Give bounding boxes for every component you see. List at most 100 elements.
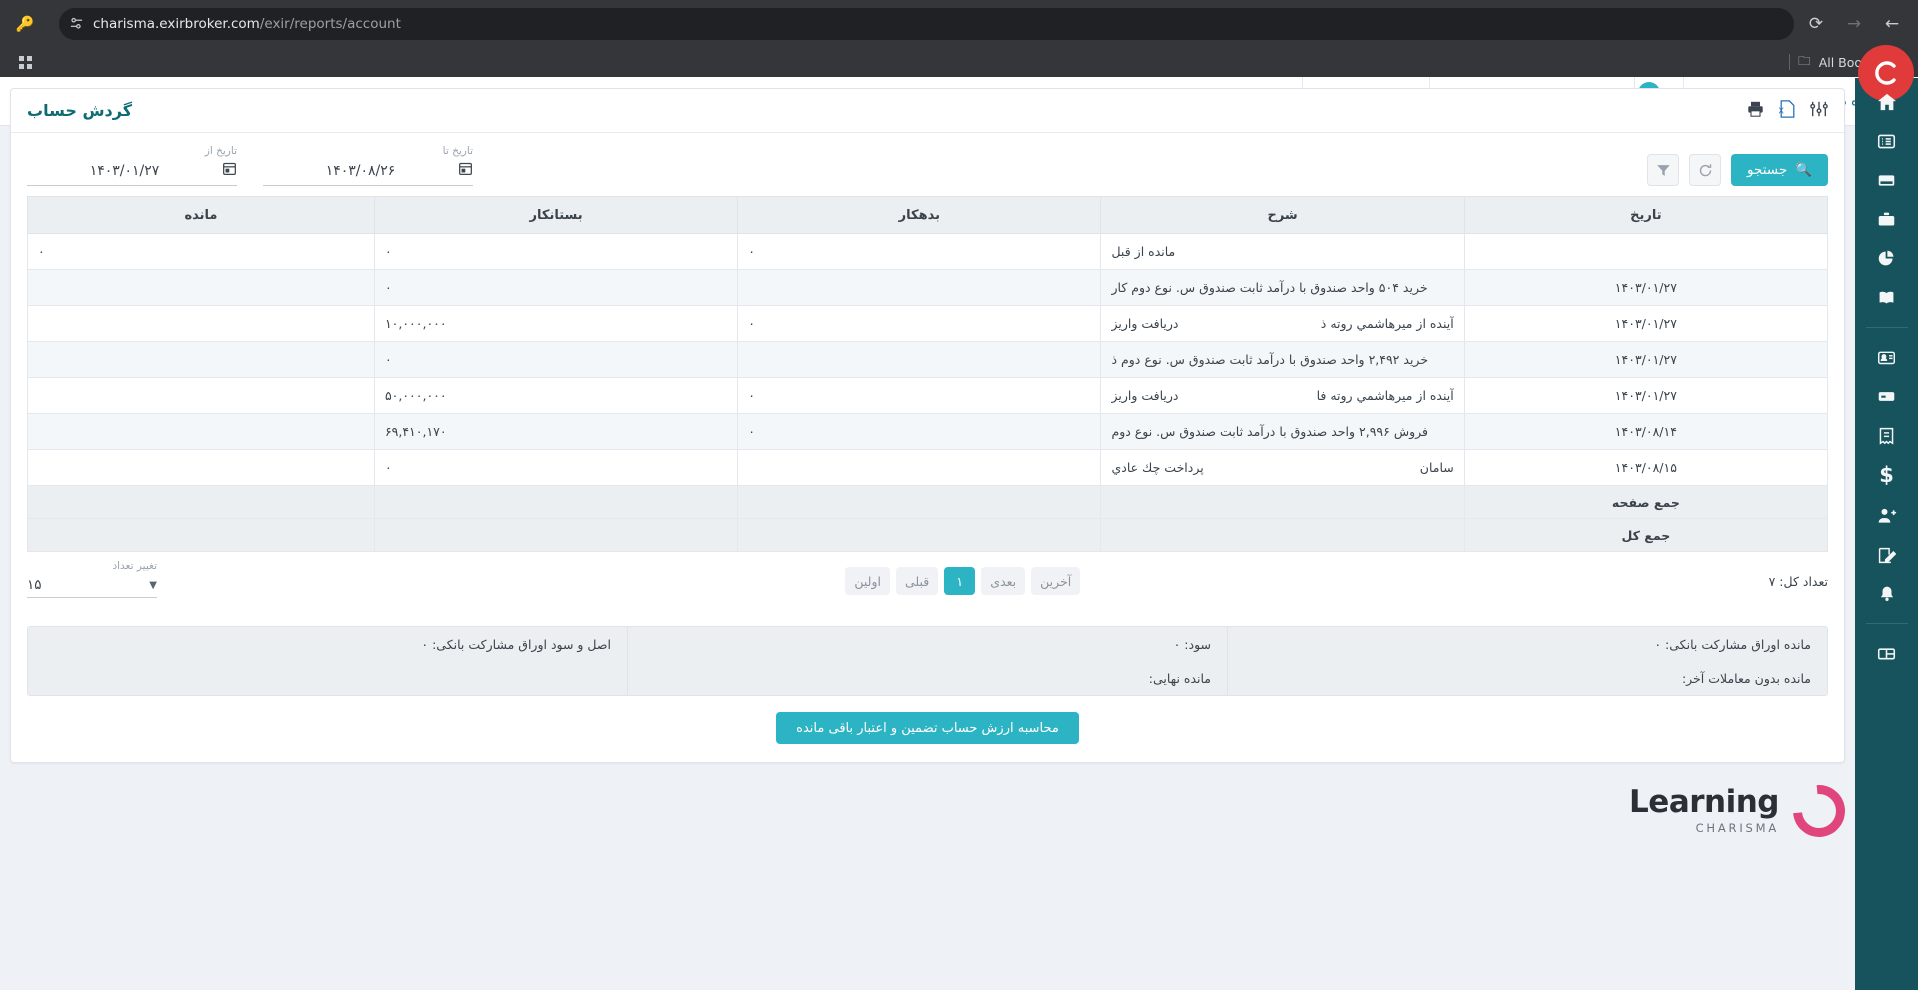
cell-date: ۱۴۰۳/۰۸/۱۴: [1463, 413, 1829, 450]
summary-empty: [28, 661, 627, 695]
column-header-debit: بدهکار: [737, 196, 1102, 234]
cell-balance: [27, 305, 375, 342]
account-table: تاریخ شرح بدهکار بستانکار مانده مانده از…: [27, 196, 1829, 552]
sidebar-item-id-card[interactable]: [1877, 348, 1896, 367]
sliders-icon[interactable]: [1810, 100, 1828, 122]
page-prev-button[interactable]: قبلی: [895, 567, 939, 595]
pagination-row: تعداد کل: ۷ آخرین بعدی ۱ قبلی اولین تغیی…: [11, 552, 1844, 612]
cell-date: ۱۴۰۳/۰۱/۲۷: [1463, 341, 1829, 378]
sidebar-item-add-user[interactable]: [1877, 506, 1897, 526]
summary-balance-excl-last: مانده بدون معاملات آخر:: [1227, 661, 1827, 695]
table-row[interactable]: ۱۴۰۳/۰۱/۲۷ آینده از میرهاشمي روته فا دریا…: [27, 377, 1829, 414]
cell-desc-main: فروش ۲,۹۹۶ واحد صندوق با درآمد ثابت صندو…: [1111, 424, 1429, 439]
column-header-balance: مانده: [27, 196, 375, 234]
cell-balance: ۰: [27, 233, 375, 270]
cell-date: ۱۴۰۳/۰۱/۲۷: [1463, 377, 1829, 414]
date-to-field[interactable]: تاریخ تا ۱۴۰۳/۰۸/۲۶: [263, 145, 473, 186]
cell-desc-main: دریافت واریز: [1111, 388, 1179, 403]
page-sum-balance: [27, 485, 375, 519]
cell-balance: [27, 269, 375, 306]
cell-desc-side: آینده از میرهاشمي روته فا: [1316, 388, 1454, 403]
table-row[interactable]: ۱۴۰۳/۰۸/۱۴ فروش ۲,۹۹۶ واحد صندوق با درآم…: [27, 413, 1829, 450]
browser-chrome: ← → ⟳ charisma.exirbroker.com/exir/repor…: [0, 0, 1918, 77]
cell-desc-main: خرید ۵۰۴ واحد صندوق با درآمد ثابت صندوق …: [1111, 280, 1428, 295]
password-key-icon[interactable]: 🔑: [11, 10, 39, 38]
back-icon[interactable]: ←: [1876, 8, 1908, 40]
table-row[interactable]: مانده از قبل ۰ ۰ ۰: [27, 233, 1829, 270]
sidebar-item-pie-chart[interactable]: [1877, 249, 1896, 268]
reload-icon[interactable]: ⟳: [1800, 8, 1832, 40]
cell-credit: ۱۰,۰۰۰,۰۰۰: [373, 305, 739, 342]
sidebar-item-receipt[interactable]: [1877, 426, 1896, 445]
sidebar-item-card[interactable]: [1877, 171, 1896, 190]
cell-desc: سامان پرداخت چك عادي: [1100, 449, 1465, 486]
cell-date: ۱۴۰۳/۰۱/۲۷: [1463, 269, 1829, 306]
cell-balance: [27, 341, 375, 378]
excel-export-icon[interactable]: X: [1778, 99, 1796, 122]
cell-credit: ۰: [373, 269, 739, 306]
calc-row: محاسبه ارزش حساب تضمین و اعتبار باقی مان…: [11, 696, 1844, 762]
sidebar-item-grid[interactable]: [1877, 644, 1896, 663]
cell-desc: آینده از میرهاشمي روته ذ دریافت واریز: [1100, 305, 1465, 342]
bookmarks-folder-icon[interactable]: 🗀: [1798, 52, 1811, 73]
cell-desc-side: سامان: [1419, 460, 1454, 475]
page-current-button[interactable]: ۱: [944, 567, 976, 595]
sidebar-item-bell[interactable]: [1878, 585, 1896, 603]
grand-sum-credit: [373, 518, 739, 552]
cell-credit: ۶۹,۴۱۰,۱۷۰: [373, 413, 739, 450]
sidebar-item-list[interactable]: [1877, 132, 1896, 151]
table-row[interactable]: ۱۴۰۳/۰۱/۲۷ خرید ۲,۴۹۲ واحد صندوق با درآم…: [27, 341, 1829, 378]
address-bar[interactable]: charisma.exirbroker.com/exir/reports/acc…: [59, 7, 1794, 40]
table-grand-sum-row: جمع کل: [27, 518, 1829, 552]
page-sum-credit: [373, 485, 739, 519]
table-row[interactable]: ۱۴۰۳/۰۸/۱۵ سامان پرداخت چك عادي ۰: [27, 449, 1829, 486]
table-row[interactable]: ۱۴۰۳/۰۱/۲۷ آینده از میرهاشمي روته ذ دریاف…: [27, 305, 1829, 342]
cell-desc: فروش ۲,۹۹۶ واحد صندوق با درآمد ثابت صندو…: [1100, 413, 1465, 450]
calendar-icon[interactable]: [222, 161, 237, 180]
cell-desc: مانده از قبل: [1100, 233, 1465, 270]
footer-logo-subtitle: CHARISMA: [1695, 821, 1779, 836]
translate-icon[interactable]: 🌐: [0, 10, 5, 38]
date-from-field[interactable]: تاریخ از ۱۴۰۳/۰۱/۲۷: [27, 145, 237, 186]
cell-debit: [737, 341, 1102, 378]
footer-logo-title: Learning: [1629, 784, 1779, 821]
table-body: مانده از قبل ۰ ۰ ۰ ۱۴۰۳/۰۱/۲۷ خرید ۵۰۴ و…: [27, 233, 1829, 552]
summary-final-balance: مانده نهایی:: [627, 661, 1227, 695]
cell-debit: ۰: [737, 305, 1102, 342]
cell-date: [1463, 233, 1829, 270]
svg-text:X: X: [1779, 105, 1784, 115]
cell-desc-main: دریافت واریز: [1111, 316, 1179, 331]
calendar-icon[interactable]: [458, 161, 473, 180]
table-header-row: تاریخ شرح بدهکار بستانکار مانده: [27, 196, 1829, 234]
refresh-button[interactable]: [1689, 154, 1722, 186]
calculate-collateral-button[interactable]: محاسبه ارزش حساب تضمین و اعتبار باقی مان…: [776, 712, 1079, 744]
sidebar-rail: $: [1855, 45, 1918, 990]
apps-grid-icon[interactable]: [10, 55, 40, 69]
total-count-label: تعداد کل: ۷: [1768, 573, 1828, 589]
date-to-value: ۱۴۰۳/۰۸/۲۶: [325, 162, 396, 179]
sidebar-item-bank[interactable]: [1877, 387, 1896, 406]
page-next-button[interactable]: بعدی: [981, 567, 1026, 595]
page-last-button[interactable]: آخرین: [1031, 567, 1081, 595]
printer-icon[interactable]: [1746, 100, 1765, 122]
cell-desc-main: مانده از قبل: [1111, 244, 1176, 259]
cell-credit: ۰: [373, 341, 739, 378]
sidebar-item-book[interactable]: [1877, 288, 1896, 307]
sidebar-item-home[interactable]: [1877, 92, 1897, 112]
summary-panel: مانده اوراق مشارکت بانکی: ۰ سود: ۰ اصل و…: [27, 626, 1828, 696]
forward-icon[interactable]: →: [1838, 8, 1870, 40]
table-row[interactable]: ۱۴۰۳/۰۱/۲۷ خرید ۵۰۴ واحد صندوق با درآمد …: [27, 269, 1829, 306]
filter-button[interactable]: [1647, 154, 1680, 186]
summary-profit: سود: ۰: [627, 627, 1227, 661]
column-header-date: تاریخ: [1463, 196, 1829, 234]
main-content: X گردش حساب 🔍 جستجو: [0, 78, 1855, 990]
page-first-button[interactable]: اولین: [845, 567, 890, 595]
cell-date: ۱۴۰۳/۰۸/۱۵: [1463, 449, 1829, 486]
search-button[interactable]: 🔍 جستجو: [1731, 154, 1828, 186]
sidebar-item-sign-document[interactable]: [1877, 546, 1896, 565]
chevron-down-icon[interactable]: ▼: [149, 580, 157, 591]
sidebar-item-dollar[interactable]: $: [1879, 465, 1894, 486]
page-size-select[interactable]: تغییر تعداد ▼ ۱۵: [27, 560, 157, 598]
sidebar-item-briefcase[interactable]: [1877, 210, 1896, 229]
tune-icon[interactable]: [69, 16, 84, 31]
